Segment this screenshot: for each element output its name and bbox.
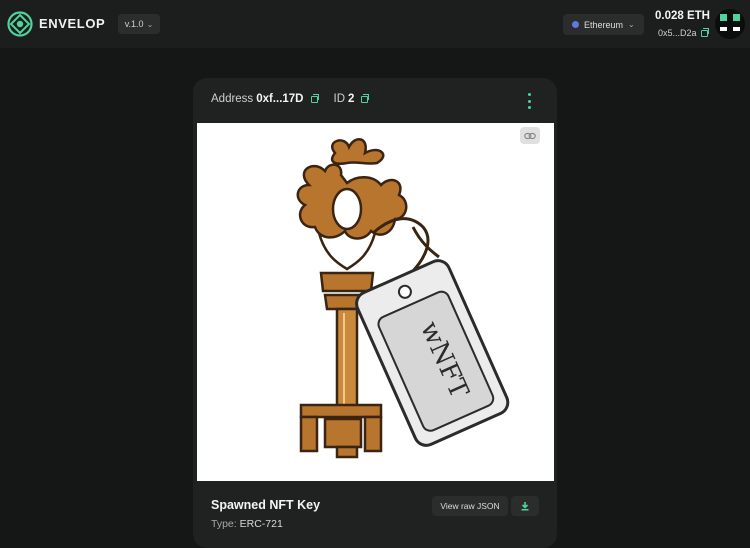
download-icon	[521, 502, 529, 511]
download-button[interactable]	[511, 496, 539, 516]
link-icon	[524, 132, 536, 139]
copy-icon[interactable]	[700, 27, 709, 37]
avatar[interactable]	[715, 9, 745, 39]
type-label: Type:	[211, 518, 237, 530]
address-value: 0xf...17D	[256, 93, 304, 105]
wallet-address-text: 0x5...D2a	[658, 28, 697, 38]
view-raw-json-label: View raw JSON	[440, 501, 500, 511]
avatar-icon	[720, 14, 740, 31]
copy-icon[interactable]	[361, 93, 370, 103]
version-label: v.1.0	[124, 19, 144, 29]
copy-icon[interactable]	[310, 93, 319, 103]
nft-image: wNFT	[197, 123, 554, 481]
id-value: 2	[348, 93, 355, 105]
nft-card: Address 0xf...17D ID 2 wNFT Spawned NFT …	[193, 78, 557, 548]
chevron-down-icon: ⌄	[628, 20, 635, 29]
network-selector[interactable]: Ethereum ⌄	[563, 14, 644, 35]
envelop-logo-icon[interactable]	[6, 10, 34, 38]
nft-type: Type: ERC-721	[211, 518, 283, 530]
nft-title: Spawned NFT Key	[211, 498, 321, 512]
view-raw-json-button[interactable]: View raw JSON	[432, 496, 508, 516]
chevron-down-icon: ⌄	[146, 19, 154, 29]
wallet-balance: 0.028 ETH	[655, 10, 710, 22]
id-label: ID	[333, 93, 346, 105]
version-selector[interactable]: v.1.0 ⌄	[118, 14, 160, 34]
wallet-address[interactable]: 0x5...D2a	[658, 27, 709, 38]
type-value: ERC-721	[239, 518, 283, 530]
kebab-menu-icon[interactable]	[526, 93, 532, 109]
card-header: Address 0xf...17D ID 2	[211, 93, 370, 105]
address-label: Address	[211, 93, 254, 105]
brand-name: ENVELOP	[39, 16, 106, 31]
link-button[interactable]	[520, 127, 540, 144]
network-label: Ethereum	[584, 19, 624, 30]
key-illustration: wNFT	[296, 138, 510, 459]
network-dot-icon	[572, 21, 579, 28]
top-navigation-bar: ENVELOP v.1.0 ⌄ Ethereum ⌄ 0.028 ETH 0x5…	[0, 0, 750, 48]
